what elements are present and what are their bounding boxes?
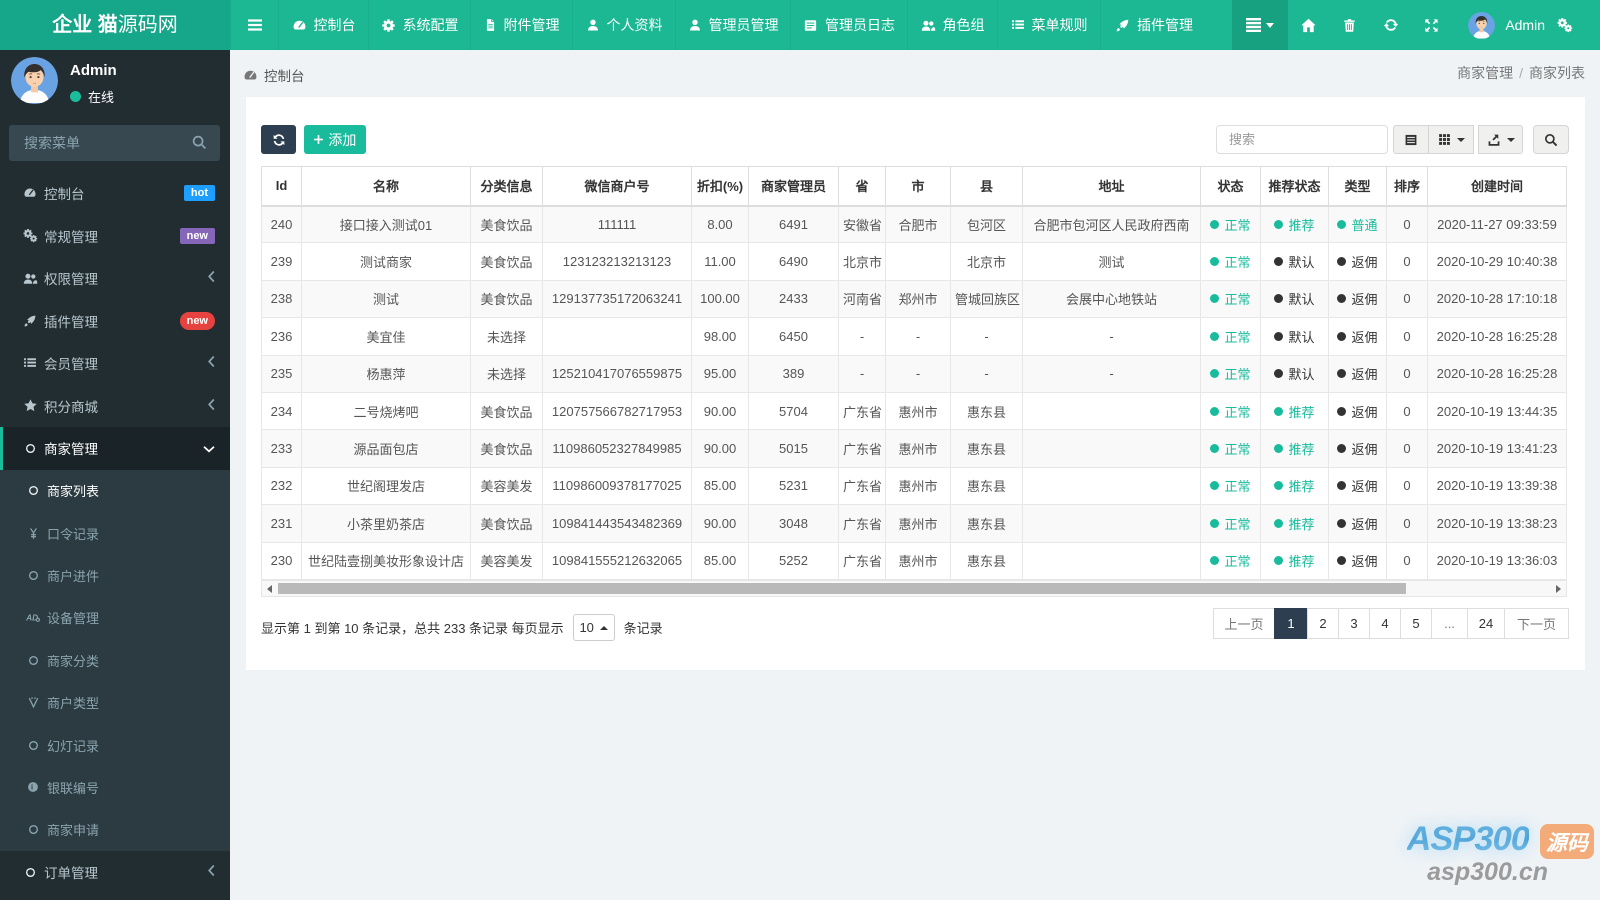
svg-text:AD: AD — [25, 612, 38, 622]
svg-text:i: i — [31, 783, 33, 792]
